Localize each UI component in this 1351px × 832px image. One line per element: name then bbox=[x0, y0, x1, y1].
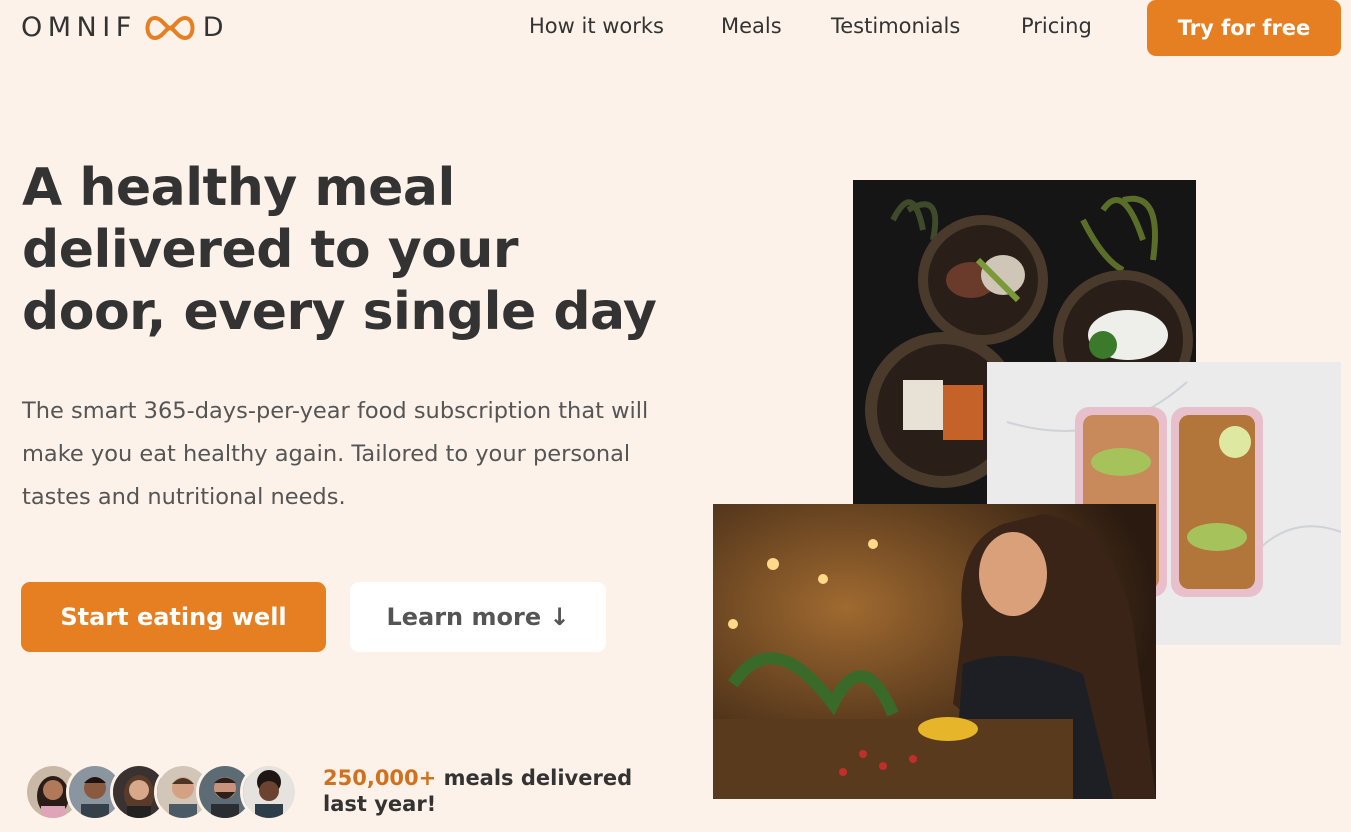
logo-text-prefix: OMNIF bbox=[21, 12, 137, 43]
customer-avatar bbox=[240, 763, 298, 821]
nav-link-pricing[interactable]: Pricing bbox=[1021, 14, 1092, 38]
learn-more-button[interactable]: Learn more ↓ bbox=[350, 582, 606, 652]
meals-delivered-stat: 250,000+ meals delivered last year! bbox=[323, 765, 653, 817]
omnifood-logo[interactable]: OMNIF D bbox=[21, 12, 229, 43]
woman-eating-image bbox=[713, 504, 1156, 799]
try-for-free-button[interactable]: Try for free bbox=[1147, 0, 1341, 56]
hero-title-line: delivered to your bbox=[22, 220, 519, 280]
hero-title-line: A healthy meal bbox=[22, 158, 455, 218]
nav-link-how-it-works[interactable]: How it works bbox=[529, 14, 664, 38]
hero-title: A healthy meal delivered to your door, e… bbox=[22, 157, 682, 343]
nav-link-testimonials[interactable]: Testimonials bbox=[831, 14, 960, 38]
start-eating-well-button[interactable]: Start eating well bbox=[21, 582, 326, 652]
hero-description: The smart 365-days-per-year food subscri… bbox=[22, 398, 649, 510]
nav-link-meals[interactable]: Meals bbox=[721, 14, 782, 38]
meals-delivered-count: 250,000+ bbox=[323, 766, 437, 790]
infinity-loop-icon bbox=[145, 15, 195, 40]
logo-text-suffix: D bbox=[202, 12, 230, 43]
hero-title-line: door, every single day bbox=[22, 282, 657, 342]
